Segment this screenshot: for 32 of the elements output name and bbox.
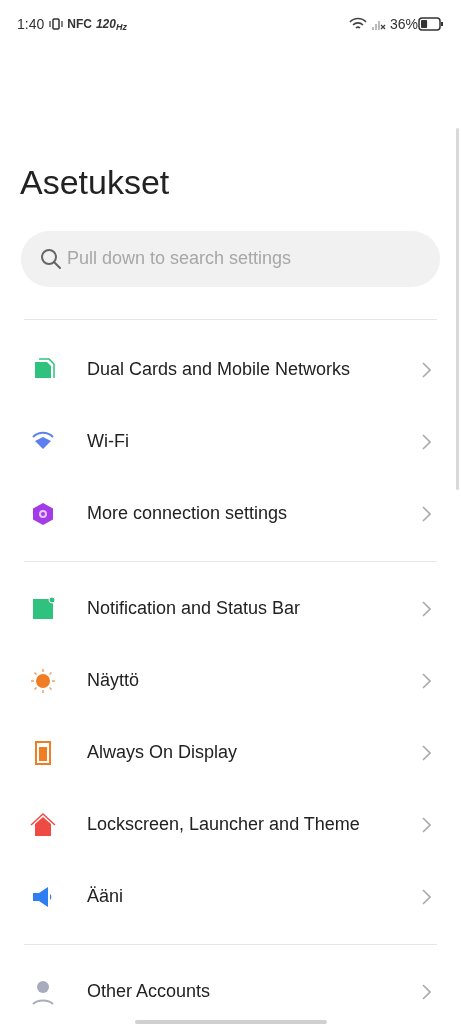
chevron-icon [421,816,431,833]
notification-icon [30,595,56,622]
chevron-icon [421,888,431,905]
chevron-icon [421,983,431,1000]
chevron-icon [421,672,431,689]
search-field[interactable]: Pull down to search settings [21,230,440,287]
person-icon [30,978,56,1005]
nfc-indicator: NFC [67,16,92,33]
hexagon-icon [30,500,56,527]
vibrate-icon [48,17,65,31]
settings-item[interactable]: More connection settings [0,477,461,550]
chevron-icon [421,600,431,617]
page-title: Asetukset [20,162,171,203]
settings-item[interactable]: Notification and Status Bar [0,572,461,645]
settings-item[interactable]: Dual Cards and Mobile Networks [0,333,461,406]
sun-icon [30,667,56,694]
settings-item[interactable]: Wi-Fi [0,405,461,478]
settings-item[interactable]: Ääni [0,860,461,933]
settings-item[interactable]: Lockscreen, Launcher and Theme [0,788,461,861]
settings-item[interactable]: Näyttö [0,644,461,717]
battery-percentage: 36% [389,14,418,34]
house-icon [30,811,56,838]
refresh-rate: 120$_{Hz}$ [95,16,127,33]
chevron-icon [421,744,431,761]
clock: 1:40 [17,14,45,34]
wifi-icon [348,17,367,31]
battery-icon [418,17,444,31]
settings-item[interactable]: Other Accounts [0,955,461,1024]
settings-item[interactable]: Always On Display [0,716,461,789]
chevron-icon [421,505,431,522]
chevron-icon [421,361,431,378]
chevron-icon [421,433,431,450]
